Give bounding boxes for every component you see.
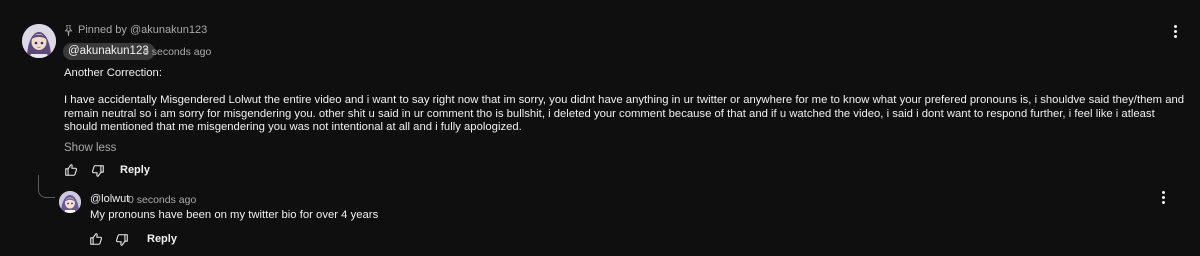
thumbs-down-icon <box>91 165 104 177</box>
more-options-icon[interactable] <box>1172 25 1178 39</box>
pinned-indicator: Pinned by @akunakun123 <box>64 24 207 36</box>
comment-paragraph: I have accidentally Misgendered Lolwut t… <box>64 94 1185 133</box>
reply-body: My pronouns have been on my twitter bio … <box>90 209 379 221</box>
reply-timestamp[interactable]: 0 seconds ago <box>128 194 196 206</box>
like-button[interactable] <box>64 163 78 177</box>
thread-connector <box>38 175 55 198</box>
comment-timestamp[interactable]: 8 seconds ago <box>143 46 211 58</box>
more-options-icon[interactable] <box>1160 191 1166 205</box>
comment-paragraph: Another Correction: <box>64 67 162 79</box>
show-less-button[interactable]: Show less <box>64 142 116 154</box>
reply-author-avatar[interactable] <box>59 191 81 213</box>
avatar-image <box>22 24 56 58</box>
avatar-image <box>59 191 81 213</box>
author-avatar[interactable] <box>22 24 56 58</box>
reply-author-name[interactable]: @lolwut <box>90 193 129 205</box>
reply-like-button[interactable] <box>89 232 103 246</box>
pin-icon <box>64 24 73 36</box>
thumbs-down-icon <box>115 234 128 246</box>
dislike-button[interactable] <box>91 164 105 178</box>
thumbs-up-icon <box>90 233 103 245</box>
reply-button[interactable]: Reply <box>120 164 150 176</box>
comment-body: Another Correction: I have accidentally … <box>64 67 1186 135</box>
reply-dislike-button[interactable] <box>115 233 129 247</box>
comments-section: Pinned by @akunakun123 @akunakun123 8 se… <box>0 0 1200 256</box>
comment-author-chip[interactable]: @akunakun123 <box>63 43 155 60</box>
pinned-label: Pinned by @akunakun123 <box>78 24 208 36</box>
reply-reply-button[interactable]: Reply <box>147 233 177 245</box>
thumbs-up-icon <box>65 164 78 176</box>
